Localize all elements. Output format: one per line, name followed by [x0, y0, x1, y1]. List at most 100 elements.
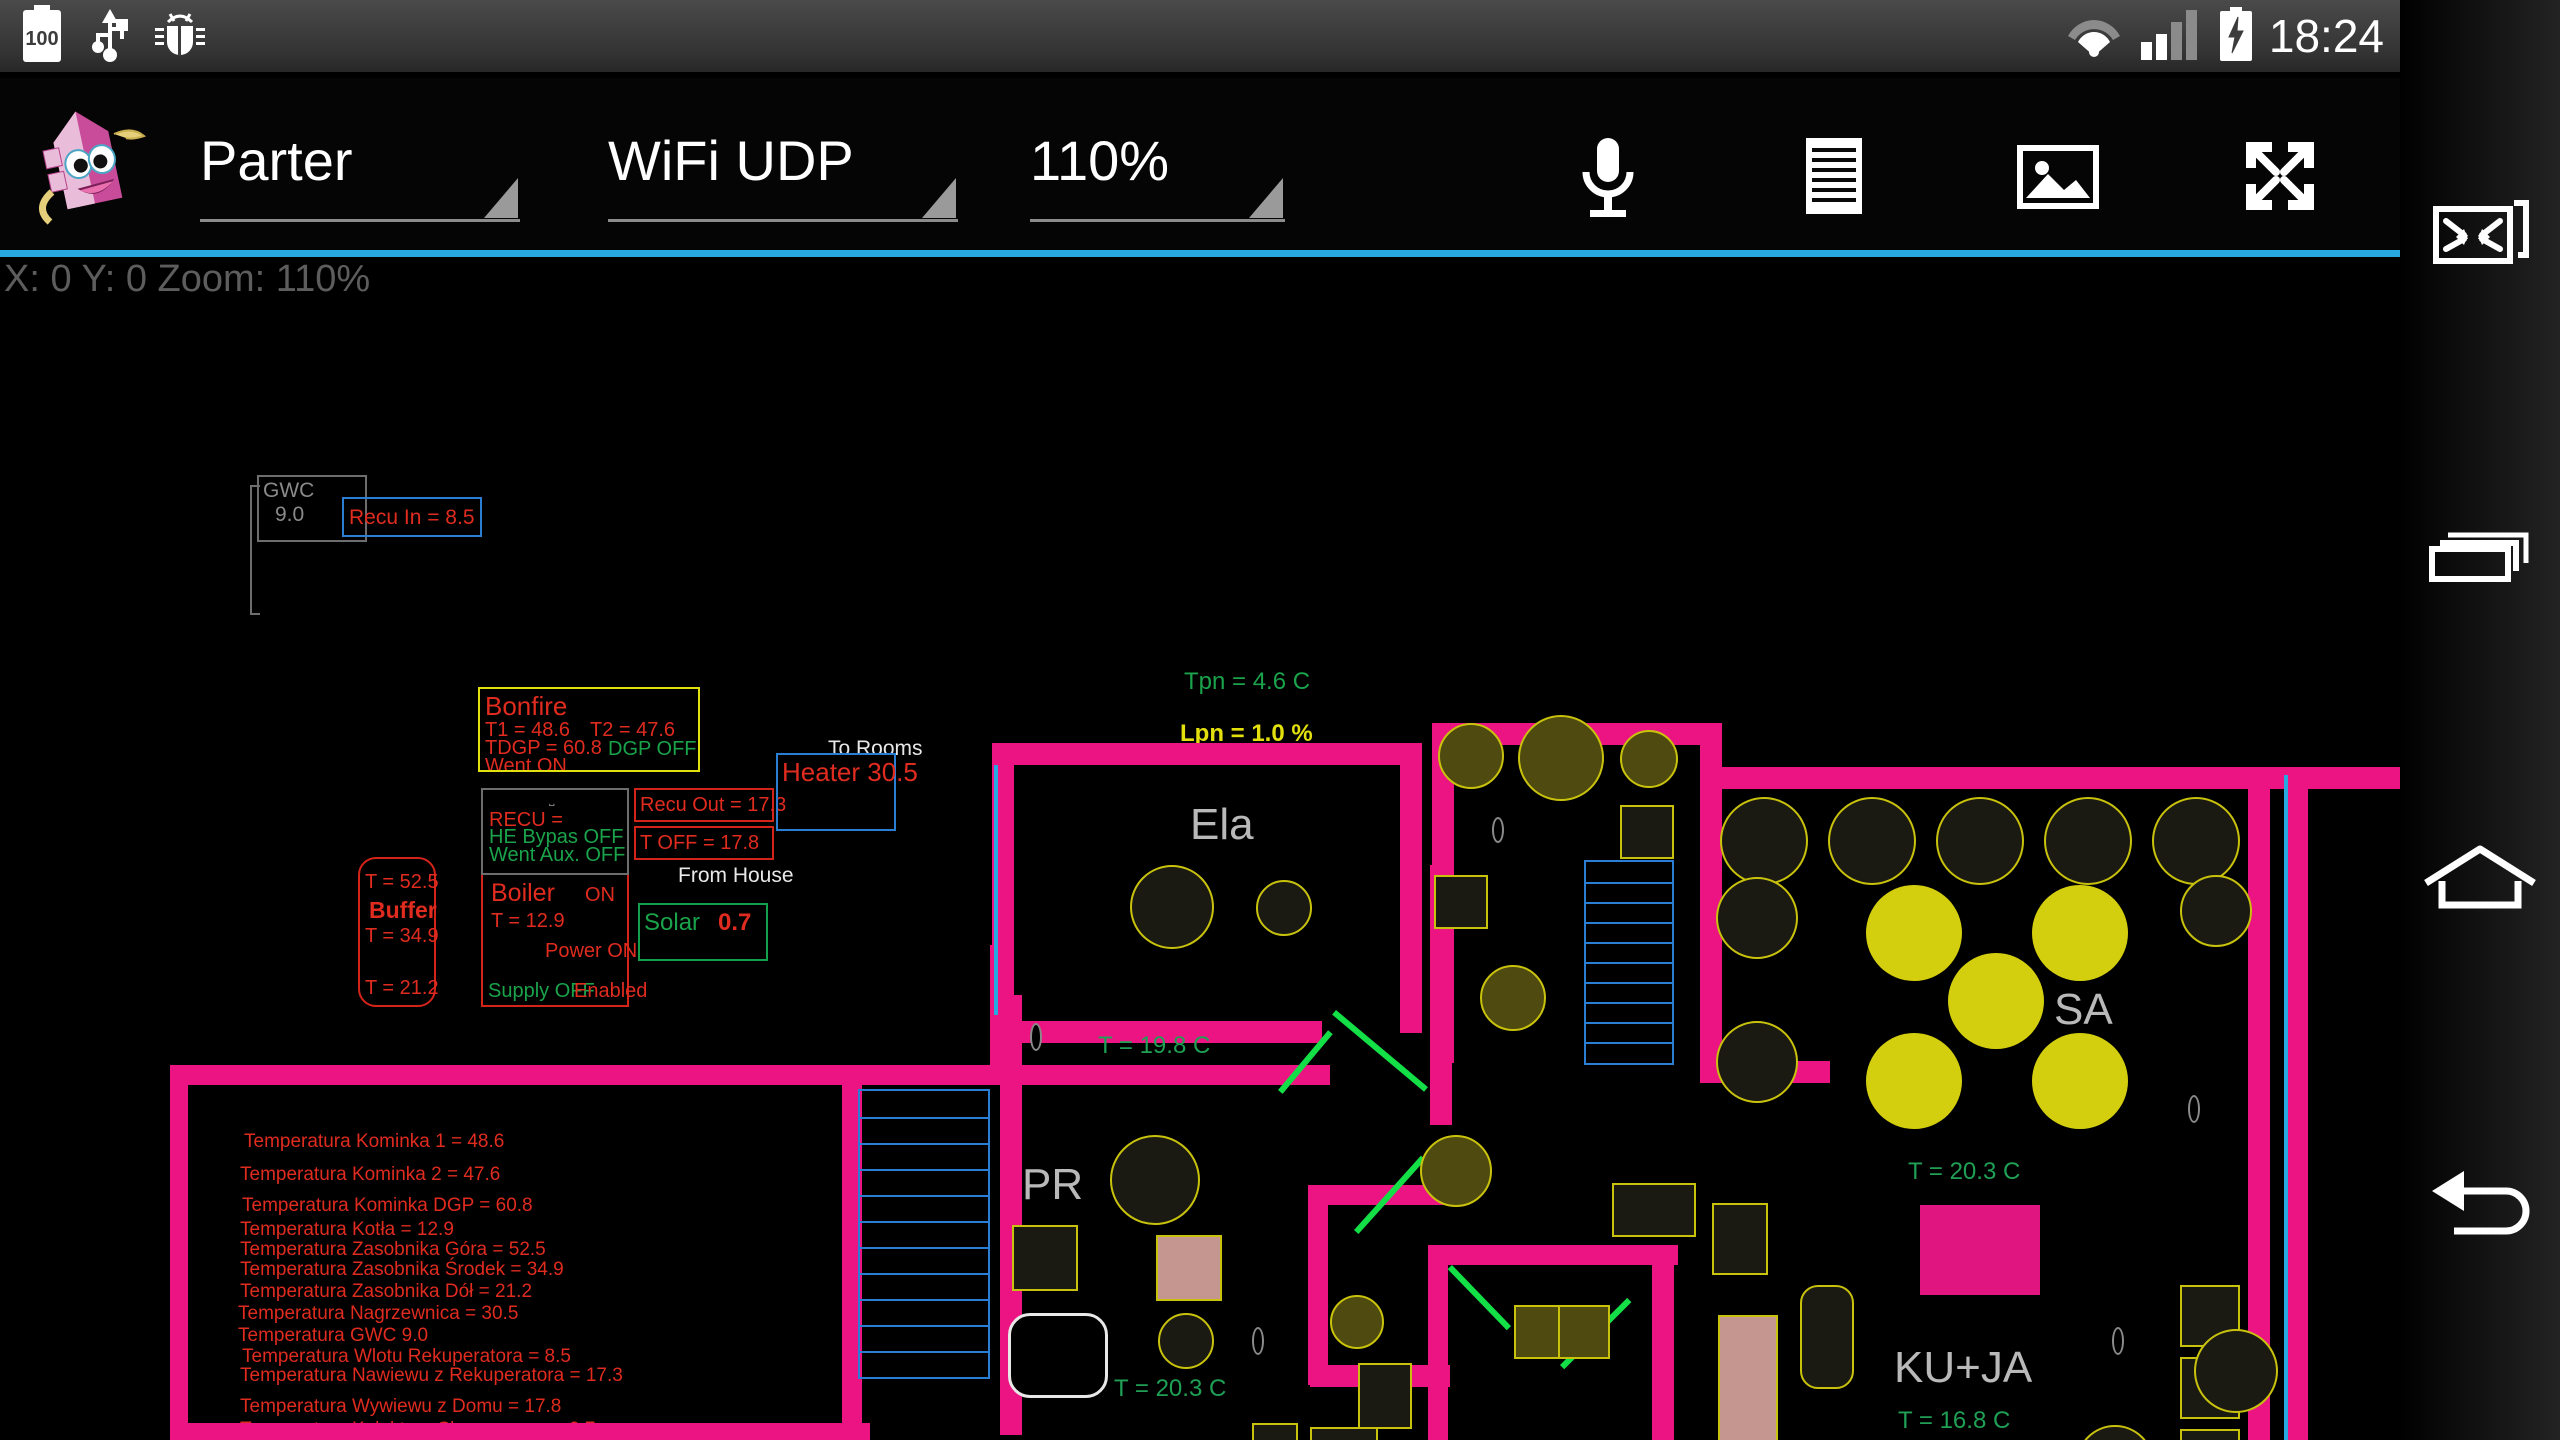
furniture-seat — [1866, 1033, 1962, 1129]
furniture-box — [1712, 1203, 1768, 1275]
boiler-power: Power ON — [545, 940, 638, 962]
furniture-circle — [1158, 1313, 1214, 1369]
furniture-box — [1620, 805, 1674, 859]
furniture-box — [1310, 1427, 1378, 1440]
fullscreen-icon[interactable] — [2232, 128, 2328, 224]
image-icon[interactable] — [2010, 128, 2106, 224]
room-temp-pr: T = 20.3 C — [1114, 1375, 1227, 1402]
furniture-seat — [2032, 1033, 2128, 1129]
gwc-value: 9.0 — [275, 503, 305, 526]
list-item: Temperatura Kotła = 12.9 — [240, 1219, 454, 1240]
list-item: Temperatura Nagrzewnica = 30.5 — [238, 1303, 519, 1324]
furniture-circle — [1720, 797, 1808, 885]
microphone-icon[interactable] — [1560, 128, 1656, 224]
list-item: Temperatura Wywiewu z Domu = 17.8 — [240, 1396, 562, 1417]
recu-out-label: Recu Out = 17.3 — [640, 794, 787, 816]
connection-spinner[interactable]: WiFi UDP — [608, 118, 958, 226]
app-action-bar: Parter WiFi UDP 110% — [0, 78, 2400, 250]
furniture-box — [1612, 1183, 1696, 1237]
furniture-circle — [1936, 797, 2024, 885]
furniture-circle — [1828, 797, 1916, 885]
wall — [2286, 767, 2308, 1440]
home-icon[interactable] — [2418, 825, 2542, 935]
zoom-spinner[interactable]: 110% — [1030, 118, 1285, 226]
solar-label: Solar — [644, 909, 701, 936]
back-icon[interactable] — [2418, 1145, 2542, 1255]
furniture-circle — [2152, 797, 2240, 885]
wall — [170, 1065, 1050, 1085]
furniture-seat — [1948, 953, 2044, 1049]
boiler-temp: T = 12.9 — [491, 910, 565, 932]
buffer-temp-bottom: T = 21.2 — [365, 977, 439, 999]
furniture-box — [1800, 1285, 1854, 1389]
usb-icon — [88, 5, 132, 68]
furniture-box — [1358, 1363, 1412, 1429]
recu-panel: ˽ RECU = HE Bypas OFF Went Aux. OFF — [481, 788, 629, 875]
wifi-icon — [2063, 8, 2125, 65]
from-house-label: From House — [678, 864, 794, 887]
duct — [2284, 775, 2288, 1440]
furniture-magenta — [1920, 1205, 2040, 1295]
list-item: Temperatura Zasobnika Dół = 21.2 — [240, 1281, 533, 1302]
boiler-state: ON — [585, 884, 615, 906]
wall — [1010, 1065, 1330, 1085]
status-bar-clock: 18:24 — [2268, 10, 2384, 62]
furniture-circle — [1620, 730, 1678, 788]
furniture-rounded — [1008, 1313, 1108, 1398]
heater-panel: Heater 30.5 — [776, 753, 918, 831]
recents-icon[interactable] — [2418, 505, 2542, 615]
door-swing — [1447, 1265, 1512, 1331]
room-label-pr: PR — [1022, 1160, 1084, 1209]
room-label-kuja: KU+JA — [1894, 1343, 2033, 1392]
stairs-center — [1584, 860, 1674, 1065]
wall — [1700, 767, 2270, 789]
recu-out-panel: Recu Out = 17.3 — [634, 788, 786, 822]
floorplan-canvas[interactable]: GWC 9.0 Recu In = 8.5 Bonfire T1 = 48.6 … — [0, 305, 2400, 1440]
recu-dot: ˽ — [549, 790, 555, 806]
gwc-title: GWC — [263, 479, 315, 502]
wall — [170, 1065, 188, 1440]
system-nav-bar — [2400, 0, 2560, 1440]
recu-in-label: Recu In = 8.5 — [349, 506, 475, 529]
furniture-circle — [1716, 1021, 1798, 1103]
connection-spinner-label: WiFi UDP — [608, 129, 854, 192]
furniture-box — [1434, 875, 1488, 929]
wall — [1308, 1185, 1328, 1385]
furniture-circle — [1130, 865, 1214, 949]
list-item: Temperatura Nawiewu z Rekuperatora = 17.… — [240, 1365, 623, 1386]
furniture-circle — [1480, 965, 1546, 1031]
list-icon[interactable] — [1786, 128, 1882, 224]
room-temp-kuja: T = 16.8 C — [1898, 1407, 2011, 1434]
status-bar-left-icons: 100 — [18, 0, 206, 72]
furniture-circle — [2180, 875, 2252, 947]
shrink-icon[interactable] — [2418, 185, 2542, 295]
buffer-title: Buffer — [369, 897, 437, 923]
floor-spinner[interactable]: Parter — [200, 118, 520, 226]
solar-panel: Solar 0.7 — [638, 903, 768, 961]
door-marker — [2188, 1095, 2200, 1123]
buffer-temp-top: T = 52.5 — [365, 871, 439, 893]
battery-charging-icon — [2217, 6, 2255, 66]
buffer-panel: T = 52.5 Buffer T = 34.9 T = 21.2 — [358, 857, 439, 1007]
bonfire-panel-ext — [478, 687, 700, 772]
wall — [170, 1423, 870, 1440]
furniture-circle — [1330, 1295, 1384, 1349]
wall — [1428, 1245, 1448, 1440]
furniture-box — [1252, 1423, 1298, 1440]
furniture-box — [1718, 1315, 1778, 1440]
solar-value: 0.7 — [718, 909, 752, 936]
furniture-circle — [2194, 1329, 2278, 1413]
t-off-panel: T OFF = 17.8 — [634, 826, 774, 860]
recu-aux: Went Aux. OFF — [489, 844, 626, 866]
house-mascot-logo — [28, 96, 148, 226]
status-bar-right-icons: 18:24 — [2063, 0, 2384, 72]
room-temp-hall: T = 19.8 C — [1098, 1032, 1211, 1059]
list-item: Temperatura GWC 9.0 — [238, 1325, 429, 1346]
furniture-bed — [1156, 1235, 1222, 1301]
room-label-ela: Ela — [1190, 800, 1254, 849]
wall — [992, 743, 1422, 765]
door-marker — [1252, 1327, 1264, 1355]
furniture-box — [2180, 1429, 2240, 1440]
furniture-circle — [1518, 715, 1604, 801]
wall — [2286, 767, 2400, 789]
